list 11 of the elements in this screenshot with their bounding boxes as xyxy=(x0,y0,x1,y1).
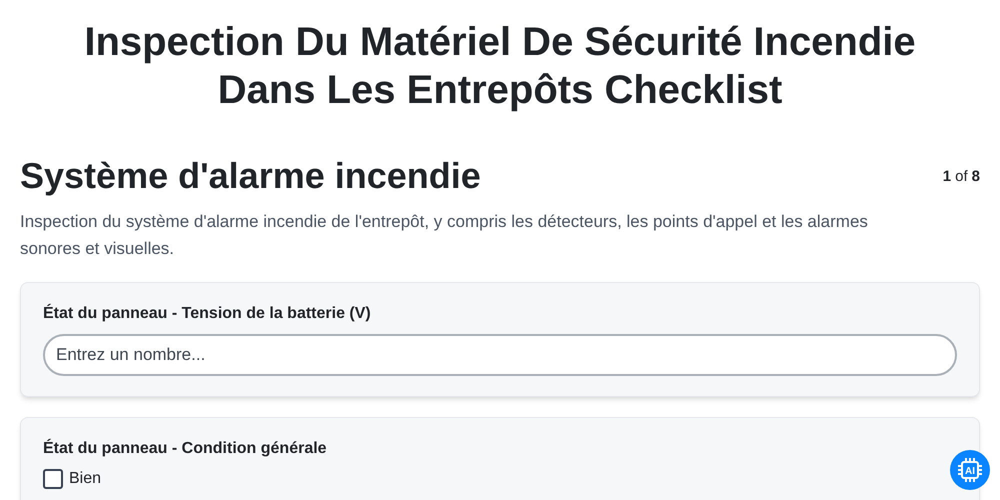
page-of-label: of xyxy=(955,167,968,187)
page-current: 1 xyxy=(942,167,952,187)
page-title: Inspection Du Matériel De Sécurité Incendie Dans Les Entrepôts Checklist xyxy=(83,19,917,114)
option-label: Bien xyxy=(69,469,102,489)
number-field[interactable]: Entrez un nombre... xyxy=(43,334,957,376)
section-heading: Système d'alarme incendie xyxy=(20,154,481,198)
question-label: État du panneau - Condition générale xyxy=(43,438,328,459)
checkbox[interactable] xyxy=(43,469,63,489)
page-total: 8 xyxy=(972,167,980,187)
question-label: État du panneau - Tension de la batterie (V) xyxy=(43,302,372,324)
section-description: Inspection du système d'alarme incendie de l'entrepôt, y compris les détecteurs, les points d'appel et les alarmes sonores et visuelles. xyxy=(20,211,869,260)
